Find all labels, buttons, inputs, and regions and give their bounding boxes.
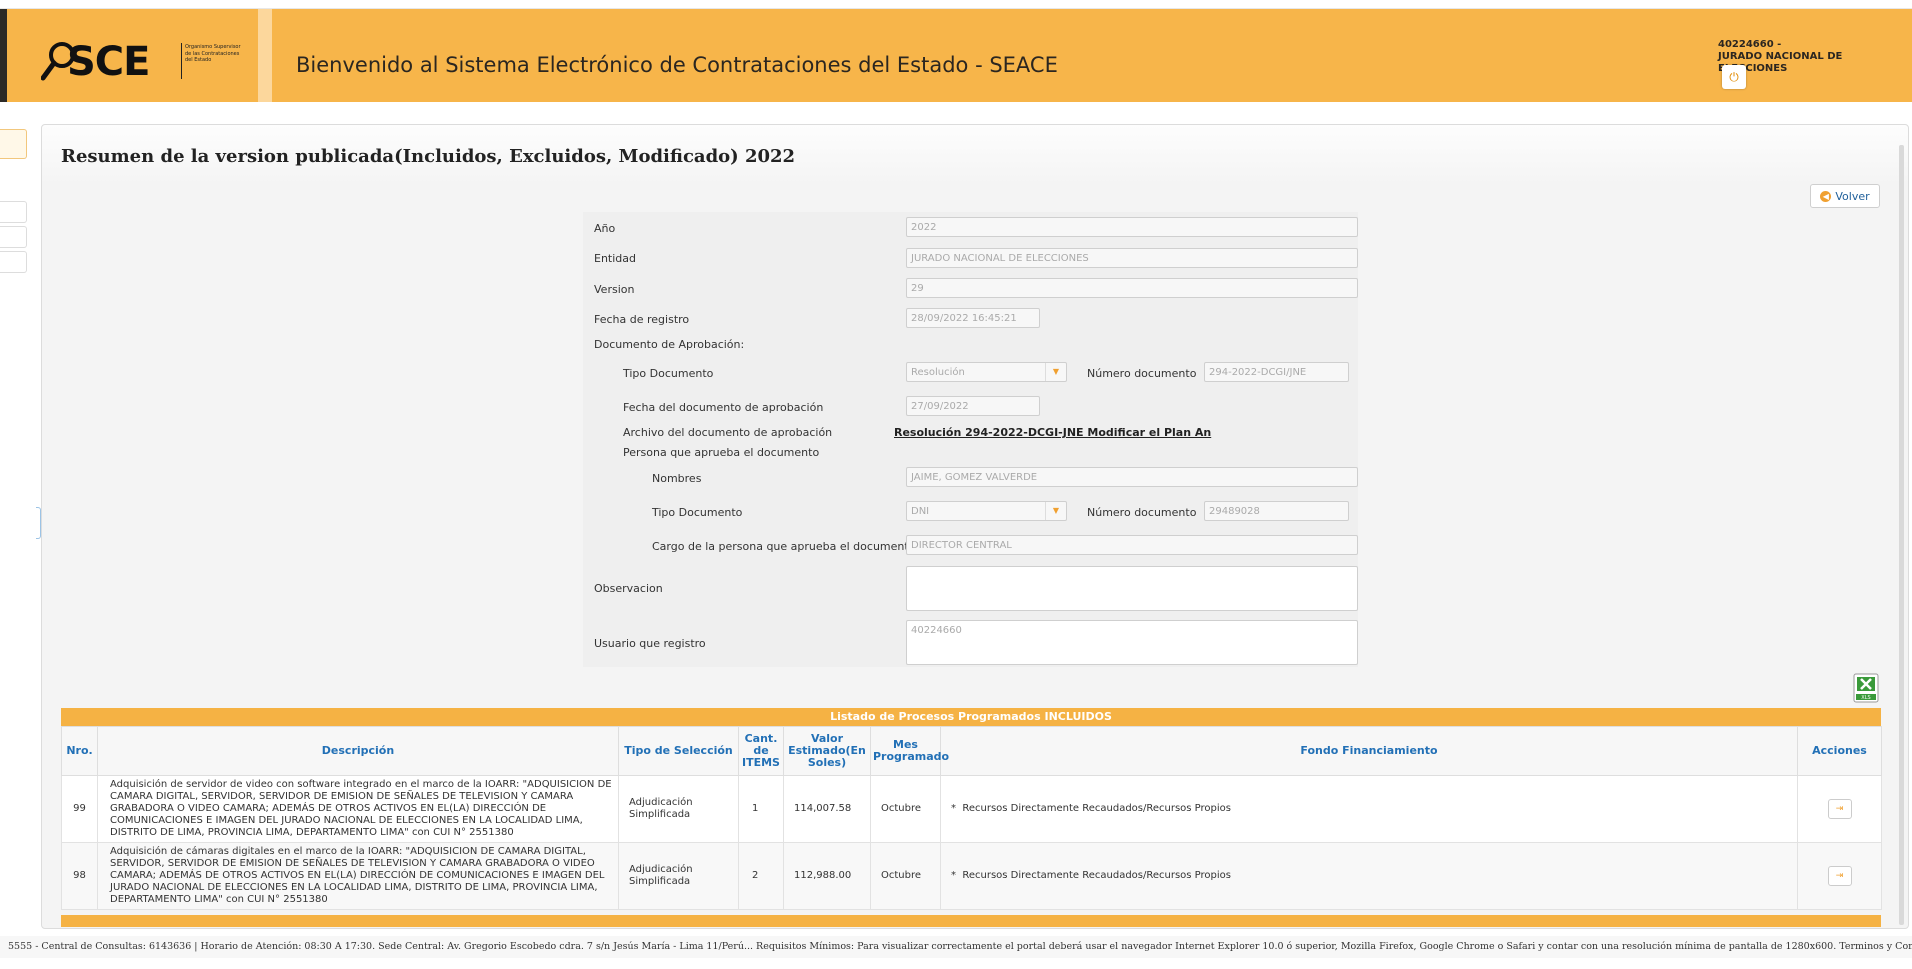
row-acciones: ⇥ — [1797, 842, 1882, 910]
table-caption: Listado de Procesos Programados INCLUIDO… — [61, 708, 1881, 726]
tipo-documento-value: Resolución — [911, 367, 965, 378]
back-arrow-icon: ◀ — [1820, 190, 1832, 202]
observacion-label: Observacion — [594, 582, 663, 595]
row-acciones: ⇥ — [1797, 775, 1882, 843]
logo-divider — [181, 43, 182, 79]
site-header: SCE Organismo Supervisor de las Contrata… — [0, 8, 1912, 102]
sidebar-tab-4[interactable] — [0, 251, 27, 273]
user-info: 40224660 - JURADO NACIONAL DE ELECCIONES — [1718, 39, 1912, 75]
row-nro: 98 — [61, 842, 98, 910]
usuario-registro-label: Usuario que registro — [594, 637, 706, 650]
user-id: 40224660 - — [1718, 39, 1782, 50]
anio-field[interactable]: 2022 — [906, 217, 1358, 237]
collapsed-sidebar — [0, 119, 27, 964]
procesos-table: Nro. Descripción Tipo de Selección Cant.… — [61, 726, 1882, 910]
row-tipo: Adjudicación Simplificada — [618, 842, 739, 910]
site-footer: 5555 - Central de Consultas: 6143636 | H… — [0, 936, 1912, 958]
volver-button[interactable]: ◀ Volver — [1810, 184, 1880, 208]
row-fondo: * Recursos Directamente Recaudados/Recur… — [940, 842, 1798, 910]
fecha-registro-field[interactable]: 28/09/2022 16:45:21 — [906, 308, 1040, 328]
chevron-down-icon: ▼ — [1045, 363, 1066, 381]
export-arrow-icon: ⇥ — [1835, 804, 1844, 814]
row-mes: Octubre — [870, 775, 941, 843]
row-descripcion: Adquisición de servidor de video con sof… — [97, 775, 619, 843]
row-fondo-text: Recursos Directamente Recaudados/Recurso… — [962, 870, 1231, 881]
anio-label: Año — [594, 222, 616, 235]
cargo-field[interactable]: DIRECTOR CENTRAL — [906, 535, 1358, 555]
page-title: Resumen de la version publicada(Incluido… — [61, 146, 796, 167]
row-descripcion: Adquisición de cámaras digitales en el m… — [97, 842, 619, 910]
cargo-label: Cargo de la persona que aprueba el docum… — [652, 540, 916, 553]
persona-numero-doc-label: Número documento — [1087, 506, 1197, 519]
logout-button[interactable]: ⏻ — [1722, 65, 1746, 89]
row-fondo: * Recursos Directamente Recaudados/Recur… — [940, 775, 1798, 843]
volver-label: Volver — [1835, 189, 1870, 203]
row-action-button[interactable]: ⇥ — [1827, 866, 1852, 886]
persona-numero-doc-field[interactable]: 29489028 — [1204, 501, 1349, 521]
row-valor: 114,007.58 — [783, 775, 871, 843]
col-cant-items[interactable]: Cant. de ITEMS — [738, 726, 784, 776]
archivo-doc-label: Archivo del documento de aprobación — [623, 426, 833, 439]
sidebar-tab-1[interactable] — [0, 129, 27, 159]
fecha-doc-aprobacion-field[interactable]: 27/09/2022 — [906, 396, 1040, 416]
observacion-textarea[interactable] — [906, 566, 1358, 611]
row-action-button[interactable]: ⇥ — [1827, 799, 1852, 819]
doc-aprobacion-heading: Documento de Aprobación: — [594, 338, 745, 351]
table-row: 99 Adquisición de servidor de video con … — [61, 775, 1882, 843]
archivo-doc-link[interactable]: Resolución 294-2022-DCGI-JNE Modificar e… — [894, 426, 1211, 439]
nombres-label: Nombres — [652, 472, 702, 485]
sidebar-tab-2[interactable] — [0, 201, 27, 223]
row-valor: 112,988.00 — [783, 842, 871, 910]
row-cant: 1 — [738, 775, 784, 843]
osce-logo[interactable]: SCE Organismo Supervisor de las Contrata… — [7, 9, 272, 102]
bullet: * — [951, 803, 956, 814]
table-pager[interactable] — [61, 915, 1881, 927]
persona-tipo-doc-value: DNI — [911, 506, 930, 517]
logo-subtitle: Organismo Supervisor de las Contratacion… — [185, 44, 241, 63]
tipo-documento-label: Tipo Documento — [623, 367, 714, 380]
table-header-row: Nro. Descripción Tipo de Selección Cant.… — [61, 726, 1882, 776]
fecha-registro-label: Fecha de registro — [594, 313, 690, 326]
col-tipo-seleccion[interactable]: Tipo de Selección — [618, 726, 739, 776]
header-edge — [0, 9, 7, 102]
power-icon: ⏻ — [1729, 69, 1739, 84]
excel-export-icon[interactable]: XLS — [1853, 673, 1879, 703]
table-row: 98 Adquisición de cámaras digitales en e… — [61, 842, 1882, 910]
header-title: Bienvenido al Sistema Electrónico de Con… — [296, 53, 1058, 77]
usuario-registro-field[interactable]: 40224660 — [906, 620, 1358, 665]
vertical-scrollbar[interactable] — [1899, 145, 1904, 925]
col-nro[interactable]: Nro. — [61, 726, 98, 776]
numero-documento-field[interactable]: 294-2022-DCGI/JNE — [1204, 362, 1349, 382]
version-label: Version — [594, 283, 635, 296]
persona-tipo-doc-label: Tipo Documento — [652, 506, 743, 519]
row-nro: 99 — [61, 775, 98, 843]
col-descripcion[interactable]: Descripción — [97, 726, 619, 776]
col-valor-estimado[interactable]: Valor Estimado(En Soles) — [783, 726, 871, 776]
persona-tipo-doc-select[interactable]: DNI ▼ — [906, 501, 1067, 521]
entidad-field[interactable]: JURADO NACIONAL DE ELECCIONES — [906, 248, 1358, 268]
col-acciones: Acciones — [1797, 726, 1882, 776]
persona-aprueba-label: Persona que aprueba el documento — [623, 446, 820, 459]
chevron-down-icon: ▼ — [1045, 502, 1066, 520]
numero-documento-label: Número documento — [1087, 367, 1197, 380]
fecha-doc-aprobacion-label: Fecha del documento de aprobación — [623, 401, 824, 414]
col-fondo-financiamiento[interactable]: Fondo Financiamiento — [940, 726, 1798, 776]
logo-text: SCE — [67, 39, 150, 85]
entidad-label: Entidad — [594, 252, 636, 265]
svg-text:XLS: XLS — [1861, 695, 1870, 701]
tipo-documento-select[interactable]: Resolución ▼ — [906, 362, 1067, 382]
row-fondo-text: Recursos Directamente Recaudados/Recurso… — [962, 803, 1231, 814]
sidebar-tab-3[interactable] — [0, 226, 27, 248]
row-cant: 2 — [738, 842, 784, 910]
col-mes-programado[interactable]: Mes Programado — [870, 726, 949, 776]
row-mes: Octubre — [870, 842, 941, 910]
user-entity: JURADO NACIONAL DE ELECCIONES — [1718, 51, 1843, 74]
bullet: * — [951, 870, 956, 881]
version-field[interactable]: 29 — [906, 278, 1358, 298]
export-arrow-icon: ⇥ — [1835, 871, 1844, 881]
row-tipo: Adjudicación Simplificada — [618, 775, 739, 843]
nombres-field[interactable]: JAIME, GOMEZ VALVERDE — [906, 467, 1358, 487]
